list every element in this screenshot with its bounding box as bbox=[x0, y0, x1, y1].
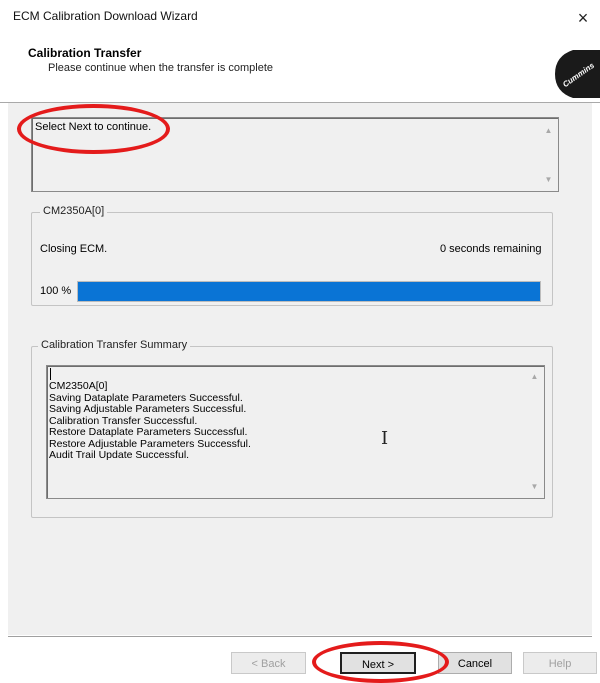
summary-line: Saving Adjustable Parameters Successful. bbox=[49, 403, 247, 415]
close-icon[interactable]: × bbox=[570, 5, 596, 31]
footer-divider bbox=[8, 636, 592, 637]
wizard-header: Calibration Transfer Please continue whe… bbox=[0, 36, 600, 103]
cummins-logo: Cummins bbox=[555, 50, 600, 98]
summary-line: CM2350A[0] bbox=[49, 380, 108, 392]
title-bar: ECM Calibration Download Wizard × bbox=[0, 0, 600, 36]
progress-fill bbox=[78, 282, 540, 301]
status-message: Select Next to continue. bbox=[35, 121, 152, 133]
ecm-group-label: CM2350A[0] bbox=[40, 205, 108, 217]
scroll-up-icon[interactable]: ▲ bbox=[526, 371, 543, 383]
ecm-state-text: Closing ECM. bbox=[40, 243, 108, 255]
progress-percent: 100 % bbox=[40, 285, 72, 297]
progress-bar bbox=[77, 281, 541, 302]
time-remaining-text: 0 seconds remaining bbox=[440, 243, 542, 255]
summary-lines: CM2350A[0] Saving Dataplate Parameters S… bbox=[49, 369, 251, 462]
summary-textbox[interactable]: CM2350A[0] Saving Dataplate Parameters S… bbox=[46, 365, 545, 499]
scroll-up-icon[interactable]: ▲ bbox=[540, 125, 557, 137]
header-subtitle: Please continue when the transfer is com… bbox=[48, 62, 274, 74]
header-title: Calibration Transfer bbox=[28, 46, 142, 60]
back-button[interactable]: < Back bbox=[231, 652, 306, 674]
summary-group-label: Calibration Transfer Summary bbox=[38, 339, 191, 351]
status-scrollbar[interactable]: ▲ ▼ bbox=[540, 119, 557, 190]
help-button[interactable]: Help bbox=[523, 652, 597, 674]
scroll-down-icon[interactable]: ▼ bbox=[540, 174, 557, 186]
summary-scrollbar[interactable]: ▲ ▼ bbox=[526, 367, 543, 497]
summary-line: Audit Trail Update Successful. bbox=[49, 449, 190, 461]
next-button[interactable]: Next > bbox=[340, 652, 416, 674]
status-textbox[interactable]: Select Next to continue. ▲ ▼ bbox=[31, 117, 559, 192]
window-title: ECM Calibration Download Wizard bbox=[13, 9, 198, 23]
summary-line: Restore Dataplate Parameters Successful. bbox=[49, 426, 248, 438]
ibeam-cursor-icon: I bbox=[381, 428, 389, 449]
cancel-button[interactable]: Cancel bbox=[438, 652, 512, 674]
scroll-down-icon[interactable]: ▼ bbox=[526, 481, 543, 493]
